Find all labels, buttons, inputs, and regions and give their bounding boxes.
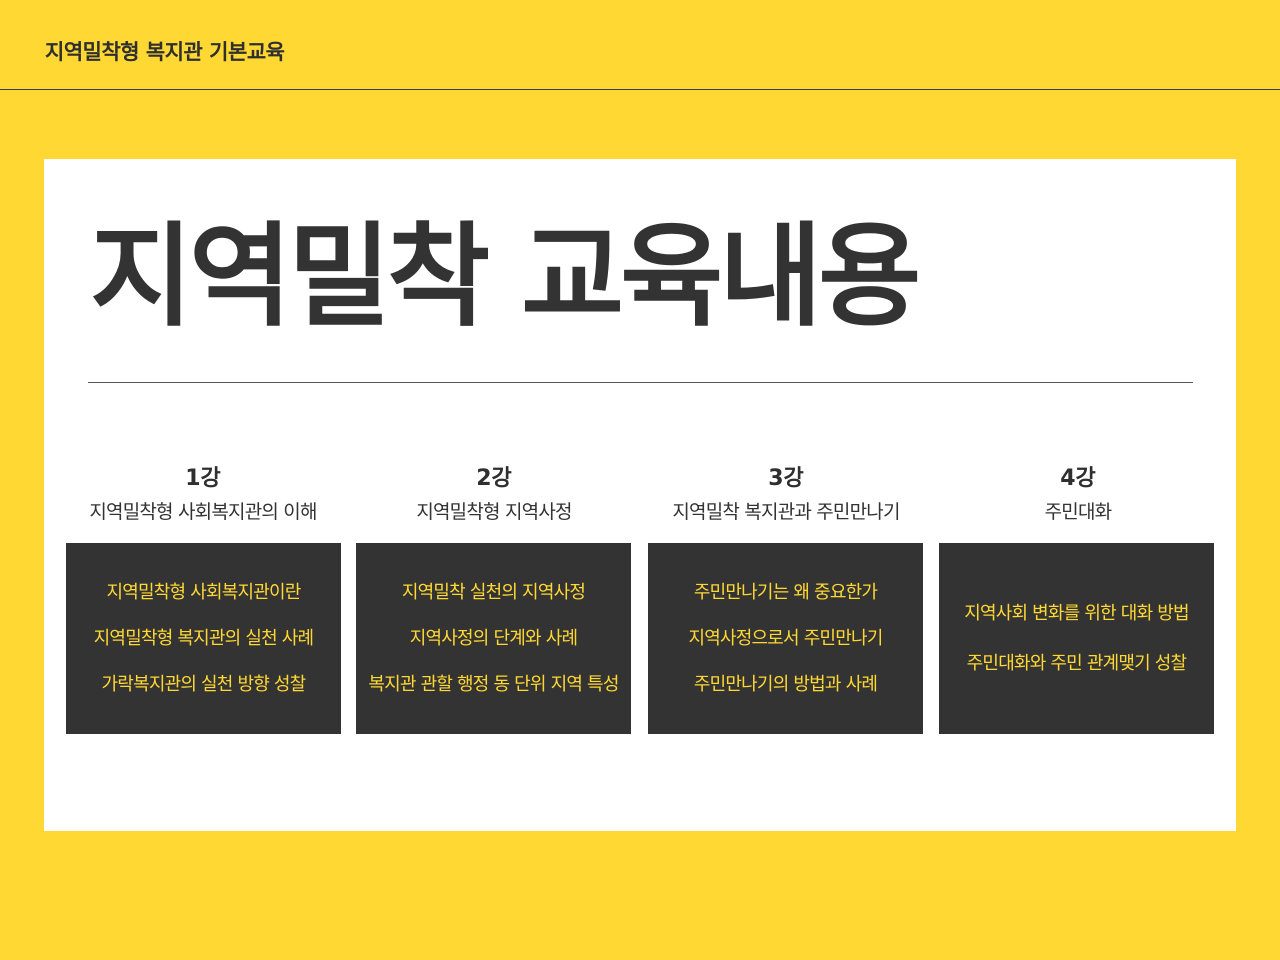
lecture-1-number: 1강 [185,466,221,491]
header-title: 지역밀착형 복지관 기본교육 [45,40,285,64]
lecture-4-item: 주민대화와 주민 관계맺기 성찰 [966,652,1187,674]
lecture-1-title: 지역밀착형 사회복지관의 이해 [89,501,317,523]
lecture-4-item: 지역사회 변화를 위한 대화 방법 [964,602,1189,624]
lecture-1-heading: 1강 지역밀착형 사회복지관의 이해 [53,465,353,525]
lecture-2-number: 2강 [476,466,512,491]
lecture-3-title: 지역밀착 복지관과 주민만나기 [672,501,900,523]
lecture-4-title: 주민대화 [1044,501,1113,523]
lecture-3-number: 3강 [768,466,804,491]
lecture-3-item: 주민만나기는 왜 중요한가 [693,581,878,603]
lecture-2-item: 복지관 관할 행정 동 단위 지역 특성 [368,673,619,695]
lecture-4-box: 지역사회 변화를 위한 대화 방법 주민대화와 주민 관계맺기 성찰 [939,543,1214,734]
lecture-1-box: 지역밀착형 사회복지관이란 지역밀착형 복지관의 실천 사례 가락복지관의 실천… [66,543,341,734]
lecture-1-item: 가락복지관의 실천 방향 성찰 [101,673,307,695]
lecture-3-box: 주민만나기는 왜 중요한가 지역사정으로서 주민만나기 주민만나기의 방법과 사… [648,543,923,734]
slide-page: 지역밀착형 복지관 기본교육 지역밀착 교육내용 1강 지역밀착형 사회복지관의… [0,0,1280,960]
lecture-3-item: 지역사정으로서 주민만나기 [688,627,883,649]
lecture-4-heading: 4강 주민대화 [928,465,1228,525]
lecture-3-item: 주민만나기의 방법과 사례 [693,673,878,695]
lecture-2-title: 지역밀착형 지역사정 [416,501,572,523]
lecture-2-box: 지역밀착 실천의 지역사정 지역사정의 단계와 사례 복지관 관할 행정 동 단… [356,543,631,734]
page-title: 지역밀착 교육내용 [90,212,921,342]
lecture-2-item: 지역사정의 단계와 사례 [409,627,578,649]
lecture-2-heading: 2강 지역밀착형 지역사정 [344,465,644,525]
lecture-3-heading: 3강 지역밀착 복지관과 주민만나기 [636,465,936,525]
lecture-1-item: 지역밀착형 사회복지관이란 [106,581,301,603]
content-card: 지역밀착 교육내용 1강 지역밀착형 사회복지관의 이해 지역밀착형 사회복지관… [44,159,1236,831]
lecture-2-item: 지역밀착 실천의 지역사정 [401,581,586,603]
lecture-4-number: 4강 [1060,466,1096,491]
header-divider [0,89,1280,90]
lecture-1-item: 지역밀착형 복지관의 실천 사례 [93,627,314,649]
title-divider [88,382,1193,383]
